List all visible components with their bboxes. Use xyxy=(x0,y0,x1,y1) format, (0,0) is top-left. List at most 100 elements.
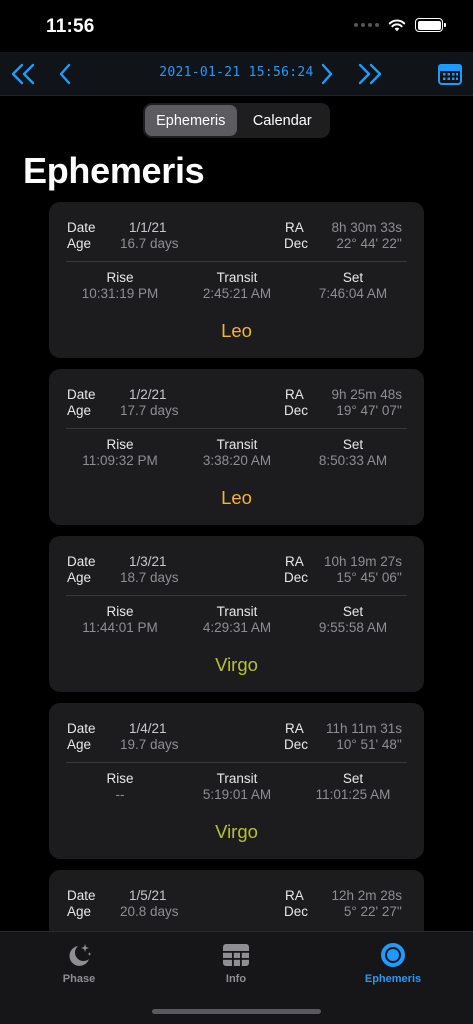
age-label: Age xyxy=(67,904,92,919)
page-title: Ephemeris xyxy=(23,150,205,191)
date-label: Date xyxy=(67,387,96,402)
rise-label: Rise xyxy=(106,604,134,619)
ra-value: 9h 25m 48s xyxy=(331,387,402,402)
ra-value: 12h 2m 28s xyxy=(331,888,402,903)
ra-value: 8h 30m 33s xyxy=(331,220,402,235)
set-label: Set xyxy=(342,270,364,285)
segment-ephemeris[interactable]: Ephemeris xyxy=(145,105,237,136)
calendar-picker-button[interactable] xyxy=(435,59,465,89)
age-label: Age xyxy=(67,737,92,752)
tab-info-label: Info xyxy=(225,973,247,985)
dec-value: 19° 47' 07'' xyxy=(336,403,402,418)
zodiac-sign: Leo xyxy=(221,487,252,508)
double-chevron-right-icon xyxy=(358,63,382,85)
set-value: 9:55:58 AM xyxy=(318,620,388,635)
rise-label: Rise xyxy=(106,437,134,452)
set-label: Set xyxy=(342,771,364,786)
transit-column: Transit 2:45:21 AM xyxy=(182,270,292,301)
rise-column: Rise 10:31:19 PM xyxy=(65,270,175,301)
ra-value: 10h 19m 27s xyxy=(323,554,402,569)
date-value: 1/3/21 xyxy=(129,554,167,569)
date-value: 1/2/21 xyxy=(129,387,167,402)
date-navigation-bar: 2021-01-21 15:56:24 xyxy=(0,52,473,96)
battery-icon xyxy=(415,18,446,32)
ra-value: 11h 11m 31s xyxy=(325,721,402,736)
set-label: Set xyxy=(342,604,364,619)
ra-label: RA xyxy=(285,888,304,903)
ephemeris-card[interactable]: Date 1/3/21 Age 18.7 days RA 10h 19m 27s… xyxy=(49,536,424,692)
date-label: Date xyxy=(67,721,96,736)
transit-label: Transit xyxy=(216,270,258,285)
set-value: 11:01:25 AM xyxy=(315,787,391,802)
dec-label: Dec xyxy=(284,737,309,752)
rise-value: 11:44:01 PM xyxy=(82,620,158,635)
transit-value: 4:29:31 AM xyxy=(202,620,272,635)
transit-value: 3:38:20 AM xyxy=(202,453,272,468)
dec-value: 10° 51' 48'' xyxy=(336,737,402,752)
dec-value: 22° 44' 22'' xyxy=(336,236,402,251)
ephemeris-list: Date 1/1/21 Age 16.7 days RA 8h 30m 33s … xyxy=(49,202,424,1024)
age-label: Age xyxy=(67,236,92,251)
ra-label: RA xyxy=(285,554,304,569)
age-value: 16.7 days xyxy=(120,236,179,251)
date-value: 1/1/21 xyxy=(129,220,167,235)
moon-stars-icon xyxy=(69,944,92,966)
next-button[interactable] xyxy=(312,59,342,89)
zodiac-sign: Virgo xyxy=(215,654,258,675)
cellular-signal-icon xyxy=(354,23,379,27)
status-icons xyxy=(354,18,446,32)
current-datetime[interactable]: 2021-01-21 15:56:24 xyxy=(0,65,473,80)
ephemeris-card[interactable]: Date 1/2/21 Age 17.7 days RA 9h 25m 48s … xyxy=(49,369,424,525)
transit-column: Transit 3:38:20 AM xyxy=(182,437,292,468)
age-value: 19.7 days xyxy=(120,737,179,752)
card-divider xyxy=(66,261,407,262)
transit-value: 2:45:21 AM xyxy=(202,286,272,301)
tab-ephemeris-label: Ephemeris xyxy=(364,973,422,985)
set-value: 8:50:33 AM xyxy=(318,453,388,468)
transit-label: Transit xyxy=(216,771,258,786)
target-icon xyxy=(381,943,405,967)
tab-info[interactable]: Info xyxy=(176,941,296,985)
segment-calendar[interactable]: Calendar xyxy=(237,105,329,136)
view-segmented-control: Ephemeris Calendar xyxy=(143,103,330,138)
ephemeris-card[interactable]: Date 1/4/21 Age 19.7 days RA 11h 11m 31s… xyxy=(49,703,424,859)
ra-label: RA xyxy=(285,387,304,402)
rise-column: Rise -- xyxy=(65,771,175,802)
age-label: Age xyxy=(67,403,92,418)
tab-phase[interactable]: Phase xyxy=(19,941,139,985)
table-icon xyxy=(223,944,249,966)
card-divider xyxy=(66,595,407,596)
set-column: Set 8:50:33 AM xyxy=(298,437,408,468)
transit-column: Transit 5:19:01 AM xyxy=(182,771,292,802)
transit-column: Transit 4:29:31 AM xyxy=(182,604,292,635)
ephemeris-card[interactable]: Date 1/1/21 Age 16.7 days RA 8h 30m 33s … xyxy=(49,202,424,358)
home-indicator xyxy=(152,1009,321,1014)
age-value: 20.8 days xyxy=(120,904,179,919)
set-column: Set 9:55:58 AM xyxy=(298,604,408,635)
date-label: Date xyxy=(67,554,96,569)
rise-value: 11:09:32 PM xyxy=(82,453,158,468)
ra-label: RA xyxy=(285,220,304,235)
zodiac-sign: Virgo xyxy=(215,821,258,842)
tab-ephemeris[interactable]: Ephemeris xyxy=(333,941,453,985)
wifi-icon xyxy=(388,19,406,32)
transit-value: 5:19:01 AM xyxy=(202,787,272,802)
ra-label: RA xyxy=(285,721,304,736)
status-bar: 11:56 xyxy=(0,0,473,52)
skip-forward-button[interactable] xyxy=(355,59,385,89)
set-value: 7:46:04 AM xyxy=(318,286,388,301)
card-divider xyxy=(66,428,407,429)
dec-value: 15° 45' 06'' xyxy=(336,570,402,585)
status-time: 11:56 xyxy=(46,16,95,37)
dec-label: Dec xyxy=(284,236,309,251)
tab-phase-label: Phase xyxy=(62,973,96,985)
age-label: Age xyxy=(67,570,92,585)
age-value: 17.7 days xyxy=(120,403,179,418)
transit-label: Transit xyxy=(216,604,258,619)
rise-value: 10:31:19 PM xyxy=(81,286,159,301)
dec-label: Dec xyxy=(284,403,309,418)
set-column: Set 11:01:25 AM xyxy=(298,771,408,802)
card-divider xyxy=(66,762,407,763)
transit-label: Transit xyxy=(216,437,258,452)
age-value: 18.7 days xyxy=(120,570,179,585)
